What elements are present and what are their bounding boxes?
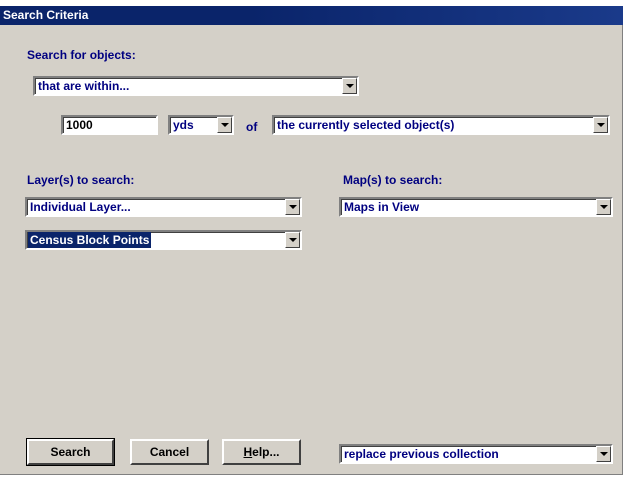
help-mnemonic: H bbox=[243, 445, 253, 459]
dialog-body: Search for objects: that are within... 1… bbox=[0, 25, 623, 475]
layers-label: Layer(s) to search: bbox=[27, 173, 135, 187]
layer-select-dropdown[interactable]: Census Block Points bbox=[25, 230, 302, 250]
title-bar[interactable]: Search Criteria bbox=[0, 6, 623, 25]
search-criteria-dialog: Search Criteria Search for objects: that… bbox=[0, 0, 627, 483]
chevron-down-icon[interactable] bbox=[217, 117, 232, 133]
window-title: Search Criteria bbox=[3, 8, 89, 22]
chevron-down-icon[interactable] bbox=[596, 199, 611, 215]
reference-dropdown[interactable]: the currently selected object(s) bbox=[272, 115, 610, 135]
chevron-down-icon[interactable] bbox=[596, 446, 611, 462]
unit-dropdown[interactable]: yds bbox=[168, 115, 234, 135]
search-for-label: Search for objects: bbox=[27, 48, 136, 62]
chevron-down-icon[interactable] bbox=[593, 117, 608, 133]
maps-dropdown[interactable]: Maps in View bbox=[339, 197, 613, 217]
layer-type-dropdown[interactable]: Individual Layer... bbox=[25, 197, 302, 217]
maps-label: Map(s) to search: bbox=[343, 173, 443, 187]
chevron-down-icon[interactable] bbox=[342, 78, 357, 94]
maps-value: Maps in View bbox=[344, 200, 420, 214]
search-mode-value: that are within... bbox=[38, 79, 130, 93]
reference-value: the currently selected object(s) bbox=[277, 118, 455, 132]
distance-input[interactable]: 1000 bbox=[61, 115, 158, 135]
layer-type-value: Individual Layer... bbox=[30, 200, 131, 214]
collection-mode-dropdown[interactable]: replace previous collection bbox=[339, 444, 613, 464]
search-button[interactable]: Search bbox=[26, 438, 115, 466]
collection-mode-value: replace previous collection bbox=[344, 447, 499, 461]
of-label: of bbox=[246, 120, 258, 134]
help-button[interactable]: Help... bbox=[222, 439, 301, 465]
unit-value: yds bbox=[173, 118, 194, 132]
chevron-down-icon[interactable] bbox=[285, 232, 300, 248]
cancel-button[interactable]: Cancel bbox=[130, 439, 209, 465]
selected-layer-value: Census Block Points bbox=[28, 232, 152, 248]
chevron-down-icon[interactable] bbox=[285, 199, 300, 215]
help-label-rest: elp... bbox=[252, 445, 280, 459]
search-mode-dropdown[interactable]: that are within... bbox=[33, 76, 359, 96]
